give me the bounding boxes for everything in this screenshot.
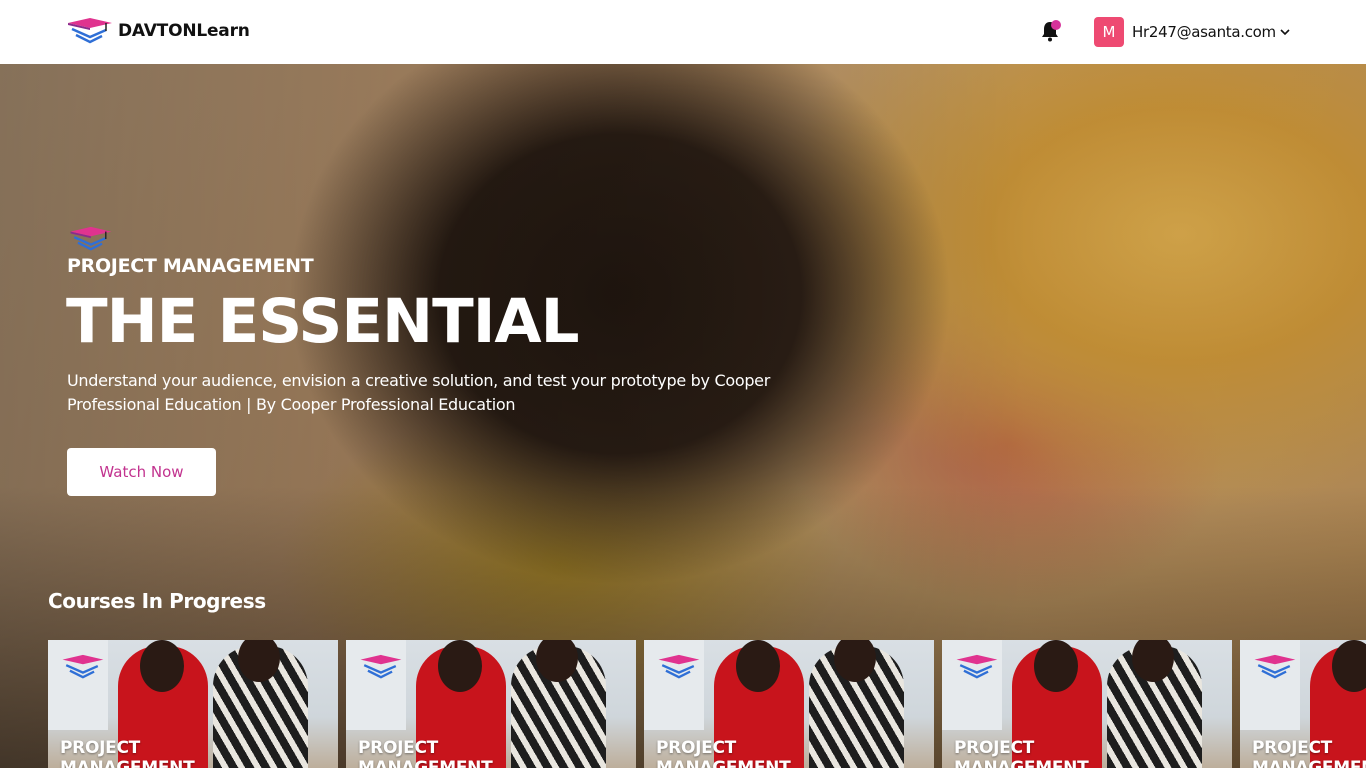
course-card[interactable]: PROJECT MANAGEMENT bbox=[942, 640, 1232, 768]
graduation-cap-icon bbox=[70, 226, 112, 251]
chevron-down-icon bbox=[1280, 29, 1290, 36]
card-thumbnail-figure bbox=[140, 640, 184, 692]
graduation-cap-icon bbox=[360, 654, 402, 679]
card-thumbnail-figure bbox=[736, 640, 780, 692]
watch-now-button[interactable]: Watch Now bbox=[67, 448, 216, 496]
graduation-cap-icon bbox=[1254, 654, 1296, 679]
hero-title: THE ESSENTIAL bbox=[66, 286, 579, 357]
courses-in-progress-heading: Courses In Progress bbox=[48, 589, 266, 613]
hero-description: Understand your audience, envision a cre… bbox=[67, 371, 771, 414]
course-card[interactable]: PROJECT MANAGEMENT bbox=[644, 640, 934, 768]
course-card-title: PROJECT MANAGEMENT bbox=[1252, 738, 1366, 768]
course-card-title: PROJECT MANAGEMENT bbox=[954, 738, 1089, 768]
notification-badge bbox=[1051, 20, 1061, 30]
course-card[interactable]: PROJECT MANAGEMENT bbox=[1240, 640, 1366, 768]
hero-category: PROJECT MANAGEMENT bbox=[67, 255, 314, 277]
top-navigation-bar: DAVTONLearn M Hr247@asanta.com bbox=[0, 0, 1366, 64]
course-card-title: PROJECT MANAGEMENT bbox=[358, 738, 493, 768]
graduation-cap-icon bbox=[956, 654, 998, 679]
hero-banner: PROJECT MANAGEMENT THE ESSENTIAL Underst… bbox=[0, 64, 1366, 768]
courses-in-progress-carousel[interactable]: PROJECT MANAGEMENT PROJECT MANAGEMENT PR… bbox=[48, 640, 1366, 768]
brand-name: DAVTONLearn bbox=[118, 21, 250, 41]
course-card-title: PROJECT MANAGEMENT bbox=[656, 738, 791, 768]
user-menu[interactable]: M Hr247@asanta.com bbox=[1094, 17, 1290, 47]
graduation-cap-icon bbox=[658, 654, 700, 679]
user-email: Hr247@asanta.com bbox=[1132, 23, 1276, 41]
card-thumbnail-figure bbox=[1034, 640, 1078, 692]
brand-logo-link[interactable]: DAVTONLearn bbox=[66, 17, 250, 45]
card-thumbnail-figure bbox=[438, 640, 482, 692]
avatar: M bbox=[1094, 17, 1124, 47]
course-card-title: PROJECT MANAGEMENT bbox=[60, 738, 195, 768]
notifications-button[interactable] bbox=[1038, 19, 1064, 45]
graduation-cap-icon bbox=[62, 654, 104, 679]
course-card[interactable]: PROJECT MANAGEMENT bbox=[346, 640, 636, 768]
graduation-cap-logo-icon bbox=[68, 18, 112, 44]
course-card[interactable]: PROJECT MANAGEMENT bbox=[48, 640, 338, 768]
